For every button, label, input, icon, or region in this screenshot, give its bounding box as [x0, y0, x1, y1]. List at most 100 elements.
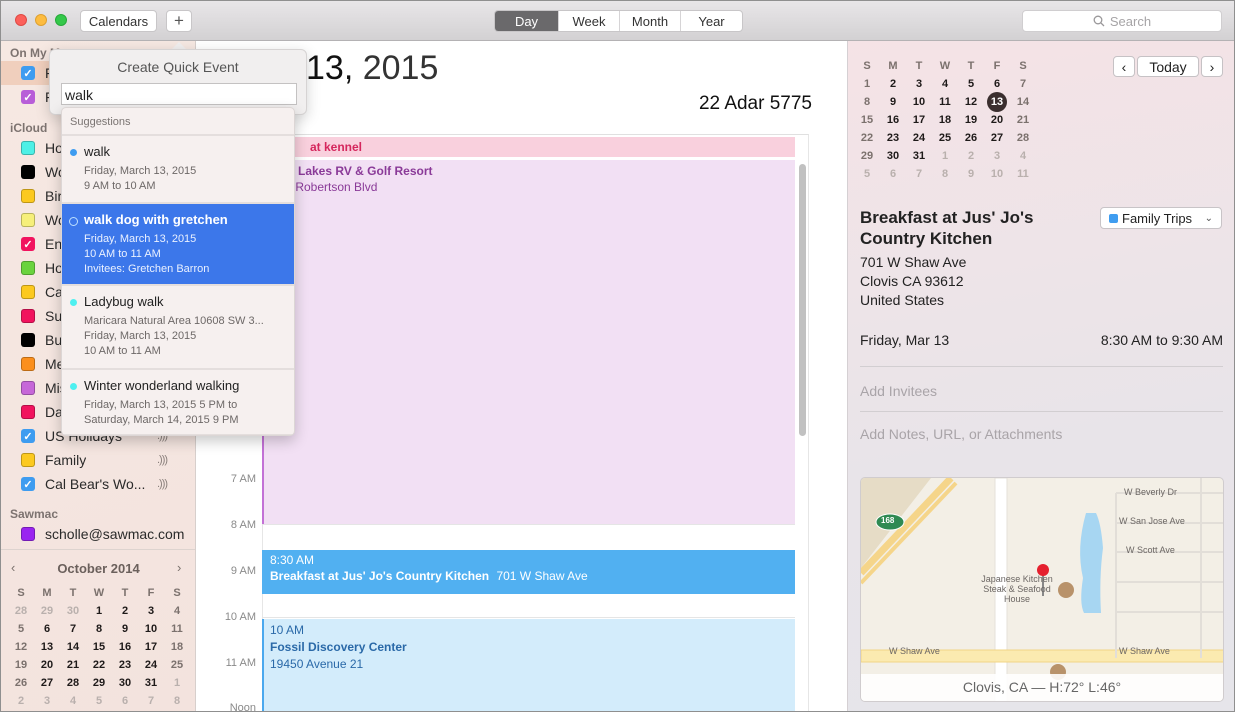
day-cell[interactable]: 5 — [8, 620, 34, 638]
day-cell[interactable]: 10 — [906, 93, 932, 111]
day-cell[interactable]: 24 — [138, 656, 164, 674]
day-cell[interactable]: 27 — [984, 129, 1010, 147]
day-cell[interactable]: 7 — [60, 620, 86, 638]
calendar-color-swatch[interactable] — [21, 141, 35, 155]
day-cell[interactable]: 8 — [86, 620, 112, 638]
tab-week[interactable]: Week — [559, 11, 620, 31]
day-cell[interactable]: 12 — [8, 638, 34, 656]
day-cell[interactable]: 7 — [1010, 75, 1036, 93]
day-cell[interactable]: 31 — [138, 674, 164, 692]
event-fossil-center[interactable]: 10 AM Fossil Discovery Center 19450 Aven… — [262, 619, 795, 711]
suggestion-item[interactable]: Winter wonderland walking Friday, March 1… — [62, 370, 294, 435]
day-cell[interactable]: 25 — [164, 656, 190, 674]
day-cell[interactable]: 22 — [86, 656, 112, 674]
day-cell[interactable]: 16 — [112, 638, 138, 656]
calendar-popup[interactable]: Family Trips ⌄ — [1100, 207, 1222, 229]
day-cell[interactable]: 29 — [86, 674, 112, 692]
suggestion-item[interactable]: Ladybug walk Maricara Natural Area 10608 … — [62, 286, 294, 370]
day-cell[interactable]: 4 — [164, 602, 190, 620]
day-cell[interactable]: 26 — [8, 674, 34, 692]
tab-month[interactable]: Month — [620, 11, 681, 31]
search-input[interactable]: Search — [1022, 10, 1222, 32]
sidebar-calendar-item[interactable]: scholle@sawmac.com — [1, 522, 195, 546]
day-cell[interactable]: 28 — [60, 674, 86, 692]
day-cell[interactable]: 3 — [984, 147, 1010, 165]
day-cell[interactable]: 11 — [164, 620, 190, 638]
day-cell[interactable]: 31 — [906, 147, 932, 165]
day-cell[interactable]: 9 — [112, 620, 138, 638]
checkbox-checked-icon[interactable]: ✓ — [21, 90, 35, 104]
day-cell[interactable]: 17 — [138, 638, 164, 656]
day-cell[interactable]: 20 — [34, 656, 60, 674]
calendar-color-swatch[interactable] — [21, 165, 35, 179]
calendars-button[interactable]: Calendars — [80, 10, 157, 32]
day-cell[interactable]: 23 — [112, 656, 138, 674]
day-cell[interactable]: 5 — [854, 165, 880, 183]
day-cell[interactable]: 1 — [164, 674, 190, 692]
calendar-color-swatch[interactable] — [21, 213, 35, 227]
day-cell[interactable]: 30 — [112, 674, 138, 692]
day-cell[interactable]: 17 — [906, 111, 932, 129]
day-cell[interactable]: 27 — [34, 674, 60, 692]
day-cell[interactable]: 21 — [60, 656, 86, 674]
day-scrollbar[interactable] — [796, 161, 809, 621]
day-cell[interactable]: 24 — [906, 129, 932, 147]
sidebar-calendar-item[interactable]: Family.))) — [1, 448, 195, 472]
next-day-button[interactable]: › — [1201, 56, 1223, 77]
day-cell[interactable]: 3 — [906, 75, 932, 93]
day-cell[interactable]: 4 — [1010, 147, 1036, 165]
calendar-color-swatch[interactable] — [21, 189, 35, 203]
event-address[interactable]: 701 W Shaw Ave Clovis CA 93612 United St… — [860, 253, 966, 310]
day-cell[interactable]: 6 — [34, 620, 60, 638]
day-cell[interactable]: 11 — [1010, 165, 1036, 183]
day-cell[interactable]: 6 — [984, 75, 1010, 93]
day-cell[interactable]: 10 — [984, 165, 1010, 183]
tab-year[interactable]: Year — [681, 11, 742, 31]
day-cell[interactable]: 5 — [86, 692, 112, 710]
day-cell[interactable]: 4 — [932, 75, 958, 93]
day-cell[interactable]: 30 — [880, 147, 906, 165]
location-map[interactable]: W Beverly Dr W San Jose Ave W Scott Ave … — [860, 477, 1224, 702]
day-cell[interactable]: 14 — [60, 638, 86, 656]
checkbox-checked-icon[interactable]: ✓ — [21, 429, 35, 443]
day-cell[interactable]: 1 — [86, 602, 112, 620]
day-cell[interactable]: 28 — [1010, 129, 1036, 147]
day-cell[interactable]: 2 — [112, 602, 138, 620]
day-cell[interactable]: 19 — [958, 111, 984, 129]
day-cell[interactable]: 14 — [1010, 93, 1036, 111]
calendar-color-swatch[interactable] — [21, 527, 35, 541]
calendar-color-swatch[interactable] — [21, 357, 35, 371]
day-cell[interactable]: 16 — [880, 111, 906, 129]
calendar-color-swatch[interactable] — [21, 261, 35, 275]
calendar-color-swatch[interactable] — [21, 309, 35, 323]
day-cell[interactable]: 7 — [138, 692, 164, 710]
today-button[interactable]: Today — [1137, 56, 1199, 77]
day-cell[interactable]: 19 — [8, 656, 34, 674]
add-notes-field[interactable]: Add Notes, URL, or Attachments — [860, 426, 1062, 442]
add-event-button[interactable]: + — [166, 10, 192, 32]
event-when[interactable]: Friday, Mar 13 8:30 AM to 9:30 AM — [860, 332, 1223, 348]
scrollbar-thumb[interactable] — [799, 164, 806, 436]
day-cell[interactable]: 23 — [880, 129, 906, 147]
mini-cal-next-button[interactable]: › — [177, 560, 181, 575]
day-cell[interactable]: 13 — [34, 638, 60, 656]
calendar-color-swatch[interactable] — [21, 381, 35, 395]
day-cell[interactable]: 1 — [932, 147, 958, 165]
day-cell[interactable]: 18 — [164, 638, 190, 656]
calendar-color-swatch[interactable] — [21, 405, 35, 419]
day-cell[interactable]: 3 — [138, 602, 164, 620]
day-cell[interactable]: 30 — [60, 602, 86, 620]
day-cell[interactable]: 18 — [932, 111, 958, 129]
event-breakfast[interactable]: 8:30 AM Breakfast at Jus' Jo's Country K… — [262, 550, 795, 594]
day-cell[interactable]: 11 — [932, 93, 958, 111]
day-cell[interactable]: 8 — [932, 165, 958, 183]
day-cell[interactable]: 29 — [34, 602, 60, 620]
checkbox-checked-icon[interactable]: ✓ — [21, 66, 35, 80]
minimize-window-button[interactable] — [35, 14, 47, 26]
calendar-color-swatch[interactable] — [21, 285, 35, 299]
day-cell[interactable]: 25 — [932, 129, 958, 147]
add-invitees-field[interactable]: Add Invitees — [860, 383, 937, 399]
calendar-color-swatch[interactable] — [21, 333, 35, 347]
day-cell[interactable]: 28 — [8, 602, 34, 620]
calendar-color-swatch[interactable] — [21, 453, 35, 467]
